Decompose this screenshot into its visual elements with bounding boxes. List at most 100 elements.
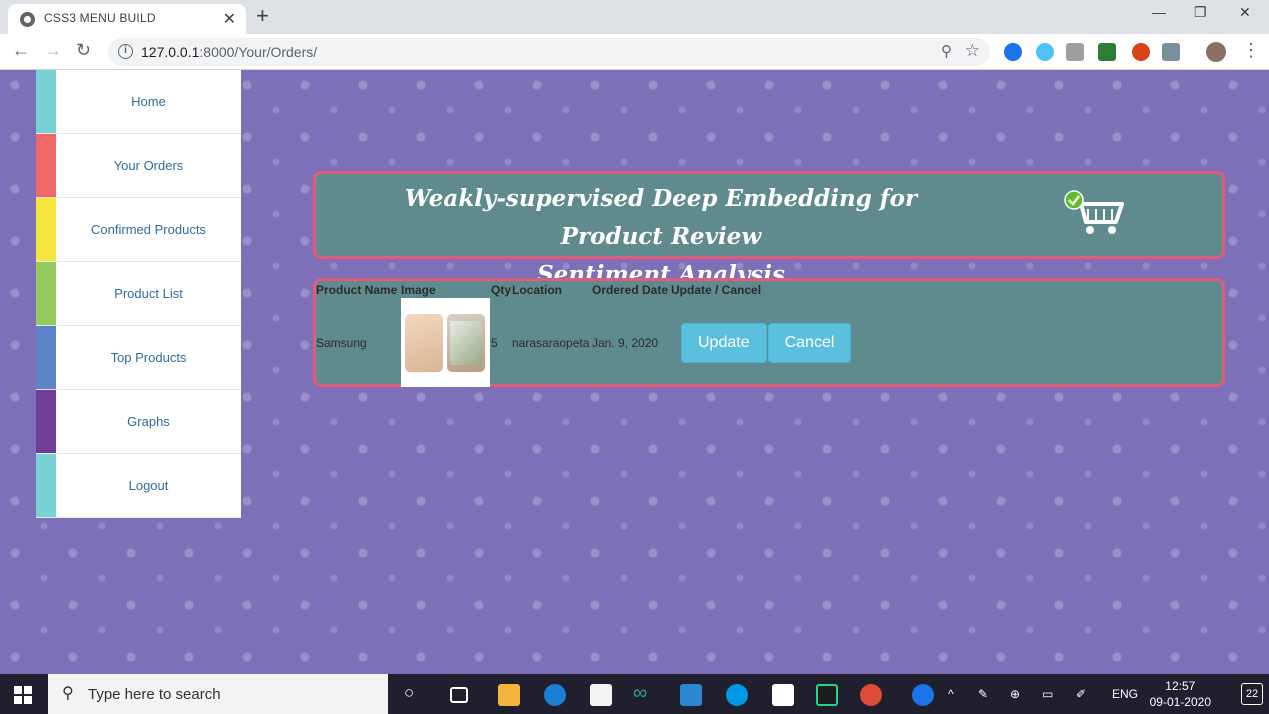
windows-taskbar: ⚲ Type here to search ○ ∞ ^ ✎ ⊕ ▭ ✐ ENG … bbox=[0, 674, 1269, 714]
sidebar-menu: Home Your Orders Confirmed Products Product… bbox=[36, 70, 241, 518]
title-line-1: Weakly-supervised Deep Embedding for Pro… bbox=[404, 185, 918, 250]
skype-icon[interactable] bbox=[726, 684, 748, 706]
orders-panel: Product Name Image Qty Location Ordered … bbox=[313, 278, 1225, 387]
new-tab-icon[interactable]: + bbox=[256, 3, 269, 29]
extension-icon[interactable] bbox=[1066, 43, 1084, 61]
extension-icon[interactable] bbox=[1132, 43, 1150, 61]
profile-avatar[interactable] bbox=[1206, 42, 1226, 62]
column-header: Qty bbox=[491, 282, 512, 297]
sidebar-item-your-orders[interactable]: Your Orders bbox=[36, 134, 241, 198]
cancel-button[interactable]: Cancel bbox=[767, 322, 852, 363]
column-header: Image bbox=[401, 282, 436, 297]
quantity: 5 bbox=[491, 335, 498, 350]
chrome-icon[interactable] bbox=[860, 684, 882, 706]
globe-icon bbox=[20, 12, 35, 27]
sidebar-item-logout[interactable]: Logout bbox=[36, 454, 241, 518]
actions-cell: Update Cancel bbox=[671, 298, 852, 387]
product-image-cell bbox=[401, 298, 491, 387]
pen-settings-icon[interactable]: ✐ bbox=[1076, 687, 1086, 701]
pen-icon[interactable]: ✎ bbox=[978, 687, 988, 701]
extension-icon[interactable] bbox=[1162, 43, 1180, 61]
sidebar-item-confirmed-products[interactable]: Confirmed Products bbox=[36, 198, 241, 262]
clock-time: 12:57 bbox=[1165, 679, 1196, 693]
taskbar-search-box[interactable]: ⚲ Type here to search bbox=[48, 674, 388, 714]
close-tab-icon[interactable]: ✕ bbox=[223, 9, 236, 29]
restore-icon[interactable]: ❐ bbox=[1194, 4, 1207, 21]
sidebar-color-stripe bbox=[36, 326, 56, 389]
sidebar-item-graphs[interactable]: Graphs bbox=[36, 390, 241, 454]
arduino-icon[interactable]: ∞ bbox=[633, 682, 647, 705]
reload-icon[interactable]: ↻ bbox=[76, 40, 91, 61]
dropbox-icon[interactable] bbox=[772, 684, 794, 706]
sidebar-item-label: Logout bbox=[128, 478, 169, 493]
sidebar-item-home[interactable]: Home bbox=[36, 70, 241, 134]
column-header: Ordered Date bbox=[592, 282, 669, 297]
extension-icon[interactable] bbox=[1036, 43, 1054, 61]
sidebar-item-label: Graphs bbox=[127, 414, 170, 429]
sidebar-color-stripe bbox=[36, 262, 56, 325]
hp-extension-icon[interactable] bbox=[1004, 43, 1022, 61]
task-view-icon[interactable] bbox=[450, 687, 468, 703]
update-button[interactable]: Update bbox=[681, 322, 767, 363]
column-header: Update / Cancel bbox=[671, 282, 762, 297]
system-clock[interactable]: 12:57 09-01-2020 bbox=[1150, 678, 1211, 710]
product-image bbox=[401, 298, 490, 387]
phone-back-image bbox=[405, 314, 443, 372]
ordered-date: Jan. 9, 2020 bbox=[592, 335, 659, 350]
minimize-icon[interactable]: — bbox=[1152, 4, 1166, 20]
recycle-app-icon[interactable] bbox=[680, 684, 702, 706]
browser-tab[interactable]: CSS3 MENU BUILD ✕ bbox=[8, 4, 246, 34]
column-header: Product Name bbox=[316, 282, 398, 297]
forward-icon[interactable]: → bbox=[44, 40, 62, 61]
sidebar-color-stripe bbox=[36, 390, 56, 453]
extension-icon[interactable] bbox=[1098, 43, 1116, 61]
search-icon: ⚲ bbox=[62, 685, 74, 702]
orders-table: Product Name Image Qty Location Ordered … bbox=[316, 281, 852, 387]
url-text[interactable]: 127.0.0.1:8000/Your/Orders/ bbox=[141, 44, 317, 60]
language-indicator[interactable]: ENG bbox=[1112, 687, 1138, 701]
menu-kebab-icon[interactable]: ⋮ bbox=[1242, 40, 1260, 61]
search-placeholder: Type here to search bbox=[88, 686, 221, 703]
sidebar-item-label: Top Products bbox=[110, 350, 187, 365]
cortana-icon[interactable]: ○ bbox=[404, 683, 414, 703]
sidebar-color-stripe bbox=[36, 454, 56, 517]
title-banner: Weakly-supervised Deep Embedding for Pro… bbox=[313, 171, 1225, 288]
site-info-icon[interactable]: i bbox=[118, 44, 133, 59]
network-icon[interactable]: ⊕ bbox=[1010, 687, 1020, 701]
sidebar-item-label: Confirmed Products bbox=[91, 222, 206, 237]
page-title: Weakly-supervised Deep Embedding for Pro… bbox=[356, 180, 966, 294]
address-bar[interactable]: i 127.0.0.1:8000/Your/Orders/ ⚲ ☆ bbox=[108, 38, 990, 66]
window-close-icon[interactable]: ✕ bbox=[1239, 4, 1251, 21]
battery-icon[interactable]: ▭ bbox=[1042, 687, 1053, 701]
sidebar-item-label: Product List bbox=[114, 286, 183, 301]
phone-front-image bbox=[447, 314, 485, 372]
file-explorer-icon[interactable] bbox=[498, 684, 520, 706]
sidebar-item-label: Home bbox=[131, 94, 166, 109]
cart-check-icon bbox=[1064, 190, 1124, 234]
table-row: Samsung 5 narasaraopeta Jan. 9, 2020 Upd… bbox=[316, 298, 852, 387]
browser-tab-strip: CSS3 MENU BUILD ✕ + — ❐ ✕ bbox=[0, 0, 1269, 34]
windows-start-icon[interactable] bbox=[14, 686, 32, 704]
sidebar-color-stripe bbox=[36, 70, 56, 133]
bookmark-star-icon[interactable]: ☆ bbox=[965, 41, 980, 61]
pycharm-icon[interactable] bbox=[816, 684, 838, 706]
page-background: Home Your Orders Confirmed Products Product… bbox=[0, 70, 1269, 674]
notifications-icon[interactable]: 22 bbox=[1241, 683, 1263, 705]
edge-icon[interactable] bbox=[544, 684, 566, 706]
location: narasaraopeta bbox=[512, 335, 590, 350]
sidebar-item-top-products[interactable]: Top Products bbox=[36, 326, 241, 390]
back-icon[interactable]: ← bbox=[12, 40, 30, 61]
table-header-row: Product Name Image Qty Location Ordered … bbox=[316, 281, 852, 298]
clock-date: 09-01-2020 bbox=[1149, 695, 1211, 709]
tab-title: CSS3 MENU BUILD bbox=[44, 11, 156, 25]
product-name: Samsung bbox=[316, 335, 367, 350]
help-icon[interactable] bbox=[912, 684, 934, 706]
sidebar-item-product-list[interactable]: Product List bbox=[36, 262, 241, 326]
address-toolbar: ← → ↻ i 127.0.0.1:8000/Your/Orders/ ⚲ ☆ … bbox=[0, 34, 1269, 70]
sidebar-color-stripe bbox=[36, 134, 56, 197]
store-icon[interactable] bbox=[590, 684, 612, 706]
zoom-icon[interactable]: ⚲ bbox=[941, 42, 952, 60]
sidebar-item-label: Your Orders bbox=[113, 158, 184, 173]
chevron-up-icon[interactable]: ^ bbox=[948, 687, 954, 701]
column-header: Location bbox=[512, 282, 562, 297]
